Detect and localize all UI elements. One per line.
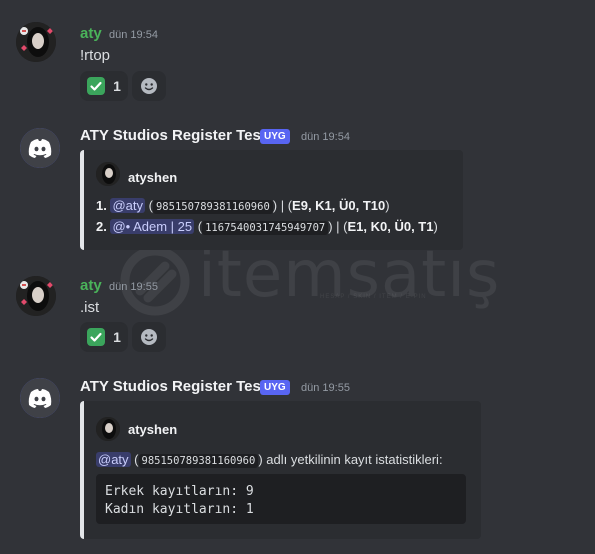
embed-author-avatar — [96, 417, 120, 441]
user-mention[interactable]: @aty — [96, 452, 131, 467]
app-badge: UYG — [260, 380, 290, 395]
smile-add-icon — [141, 78, 157, 94]
reaction-check[interactable]: 1 — [80, 71, 128, 101]
message-username[interactable]: ATY Studios Register Test — [80, 378, 266, 395]
watermark-subtext: HESAP / SKIN / ITEM / E-PIN — [320, 294, 427, 300]
embed: atyshen @aty (985150789381160960) adlı y… — [80, 401, 481, 539]
discord-logo-icon — [20, 378, 60, 418]
message-username[interactable]: ATY Studios Register Test — [80, 127, 266, 144]
user-mention[interactable]: @aty — [110, 198, 146, 213]
embed-author[interactable]: atyshen — [128, 422, 177, 437]
embed-author-avatar — [96, 162, 120, 186]
embed-line: 2. @• Adem | 25 (1167540031745949707) | … — [96, 219, 438, 235]
code-line: Kadın kayıtların: 1 — [105, 502, 254, 517]
embed: atyshen 1. @aty (985150789381160960) | (… — [80, 150, 463, 250]
avatar-image — [16, 22, 56, 62]
message-timestamp: dün 19:54 — [109, 29, 158, 41]
reaction-count: 1 — [113, 78, 121, 94]
user-id: 1167540031745949707 — [202, 221, 329, 235]
user-mention[interactable]: @• Adem | 25 — [110, 219, 195, 234]
message-timestamp: dün 19:55 — [109, 281, 158, 293]
description-text: adlı yetkilinin kayıt istatistikleri: — [266, 452, 443, 467]
app-badge: UYG — [260, 129, 290, 144]
stats: E9, K1, Ü0, T10 — [292, 198, 386, 213]
avatar-bot[interactable] — [20, 378, 60, 418]
message-username[interactable]: aty — [80, 25, 102, 42]
discord-logo-icon — [20, 128, 60, 168]
code-block: Erkek kayıtların: 9 Kadın kayıtların: 1 — [96, 474, 466, 524]
message-content: !rtop — [80, 47, 111, 64]
message-content: .ist — [80, 299, 100, 316]
avatar-image — [16, 276, 56, 316]
message-timestamp: dün 19:55 — [301, 382, 350, 394]
check-icon — [87, 77, 106, 95]
stats: E1, K0, Ü0, T1 — [347, 219, 434, 234]
embed-description: @aty (985150789381160960) adlı yetkilini… — [96, 452, 443, 468]
add-reaction-button[interactable] — [132, 71, 166, 101]
user-id: 985150789381160960 — [138, 454, 259, 468]
rank: 1. — [96, 198, 107, 213]
check-icon — [87, 328, 106, 346]
code-line: Erkek kayıtların: 9 — [105, 484, 254, 499]
watermark: itemsatış HESAP / SKIN / ITEM / E-PIN — [120, 238, 499, 318]
add-reaction-button[interactable] — [132, 322, 166, 352]
avatar-aty[interactable] — [16, 22, 56, 62]
reaction-count: 1 — [113, 329, 121, 345]
avatar-bot[interactable] — [20, 128, 60, 168]
avatar-aty[interactable] — [16, 276, 56, 316]
reaction-check[interactable]: 1 — [80, 322, 128, 352]
smile-add-icon — [141, 329, 157, 345]
embed-author[interactable]: atyshen — [128, 170, 177, 185]
message-username[interactable]: aty — [80, 277, 102, 294]
embed-line: 1. @aty (985150789381160960) | (E9, K1, … — [96, 198, 390, 214]
rank: 2. — [96, 219, 107, 234]
user-id: 985150789381160960 — [152, 200, 273, 214]
message-timestamp: dün 19:54 — [301, 131, 350, 143]
